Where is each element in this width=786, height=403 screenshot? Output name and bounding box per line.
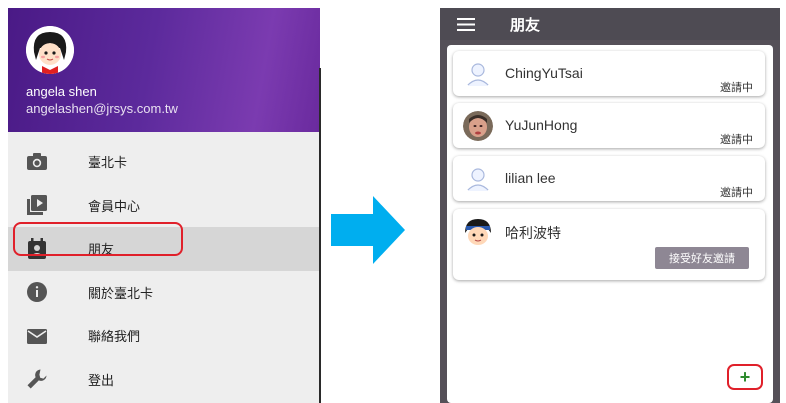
menu-item-label: 聯絡我們 — [88, 329, 141, 345]
menu-item-about[interactable]: 關於臺北卡 — [8, 271, 320, 315]
accept-friend-request-button[interactable]: 接受好友邀請 — [655, 247, 749, 269]
default-person-avatar-icon — [463, 59, 493, 89]
friend-card[interactable]: lilian lee 邀請中 — [453, 156, 765, 201]
drawer-menu: 臺北卡 會員中心 朋友 關於臺北卡 聯絡我們 登出 — [8, 140, 320, 401]
mail-icon — [26, 325, 48, 347]
menu-icon[interactable] — [457, 18, 475, 31]
menu-item-label: 登出 — [88, 372, 115, 388]
menu-item-label: 關於臺北卡 — [88, 285, 154, 301]
menu-item-label: 會員中心 — [88, 198, 141, 214]
cartoon-avatar-icon — [463, 217, 493, 247]
user-avatar[interactable] — [26, 26, 74, 74]
friend-card[interactable]: YuJunHong 邀請中 — [453, 103, 765, 148]
plus-icon: + — [739, 367, 751, 387]
friends-highlight-box — [13, 222, 183, 256]
friend-name: 哈利波特 — [505, 225, 561, 241]
friend-status: 邀請中 — [720, 134, 753, 146]
info-icon — [26, 281, 48, 303]
add-friend-button[interactable]: + — [727, 364, 763, 390]
page-title: 朋友 — [510, 17, 541, 34]
user-name: angela shen — [26, 84, 97, 99]
friend-name: ChingYuTsai — [505, 65, 583, 81]
user-email: angelashen@jrsys.com.tw — [26, 101, 178, 116]
menu-item-taipei-card[interactable]: 臺北卡 — [8, 140, 320, 184]
menu-item-member-center[interactable]: 會員中心 — [8, 184, 320, 228]
friend-status: 邀請中 — [720, 82, 753, 94]
friend-name: lilian lee — [505, 170, 556, 186]
friends-list: ChingYuTsai 邀請中 YuJunHong 邀請中 lilian lee… — [447, 45, 773, 403]
friend-request-card[interactable]: 哈利波特 接受好友邀請 — [453, 209, 765, 280]
camera-icon — [26, 151, 48, 173]
friend-name: YuJunHong — [505, 117, 578, 133]
menu-item-logout[interactable]: 登出 — [8, 358, 320, 402]
menu-item-contact-us[interactable]: 聯絡我們 — [8, 314, 320, 358]
app-bar: 朋友 — [440, 8, 780, 40]
drawer-edge — [319, 68, 321, 403]
drawer-header: angela shen angelashen@jrsys.com.tw — [8, 8, 320, 132]
photo-avatar-icon — [463, 111, 493, 141]
navigation-drawer: angela shen angelashen@jrsys.com.tw 臺北卡 — [8, 8, 320, 403]
default-person-avatar-icon — [463, 164, 493, 194]
friends-screen: 朋友 ChingYuTsai 邀請中 YuJunHong 邀請中 lilian … — [440, 8, 780, 403]
arrow-right-icon — [331, 196, 405, 264]
wrench-icon — [26, 368, 48, 390]
menu-item-label: 臺北卡 — [88, 155, 128, 171]
friend-card[interactable]: ChingYuTsai 邀請中 — [453, 51, 765, 96]
friend-status: 邀請中 — [720, 187, 753, 199]
video-library-icon — [26, 194, 48, 216]
